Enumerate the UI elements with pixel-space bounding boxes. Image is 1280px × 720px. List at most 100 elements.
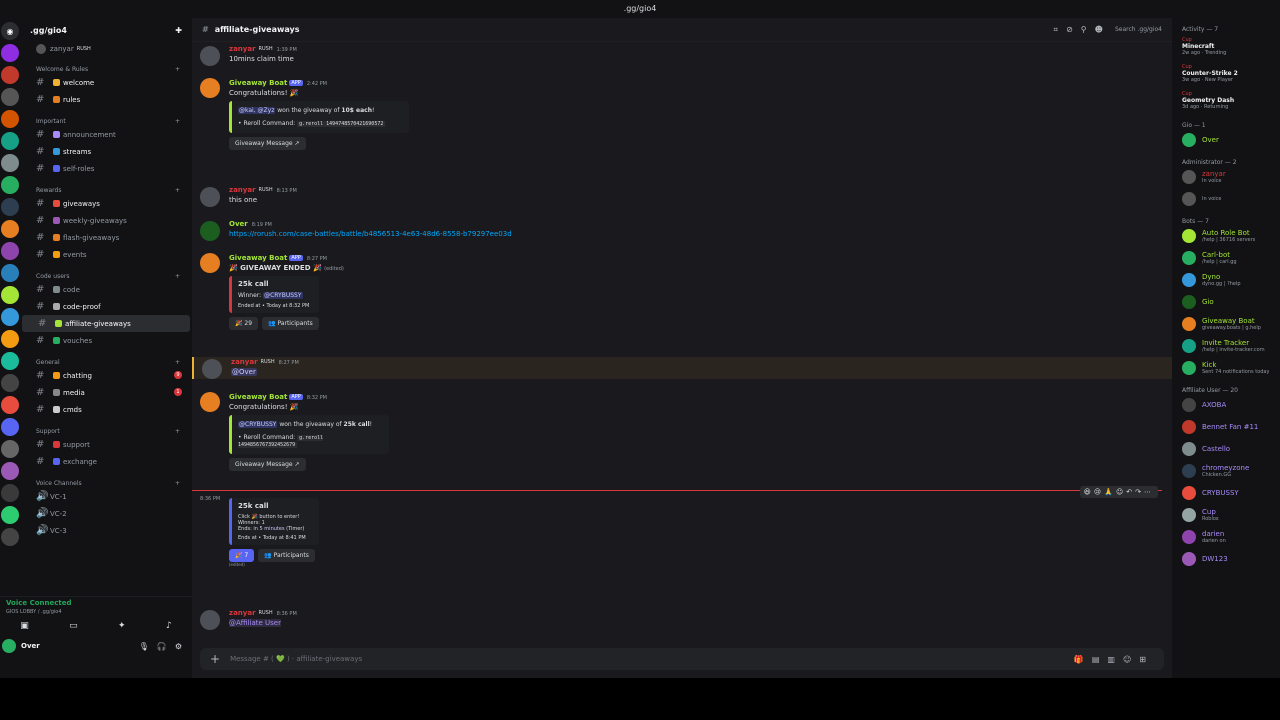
channel-vc-2[interactable]: 🔊 VC-2	[20, 505, 192, 522]
add-channel-icon[interactable]: +	[175, 273, 180, 280]
server-icon[interactable]	[1, 132, 19, 150]
server-icon[interactable]	[1, 462, 19, 480]
server-icon[interactable]	[1, 484, 19, 502]
channel-giveaways[interactable]: # giveaways	[20, 195, 192, 212]
member-item[interactable]: Gio	[1172, 291, 1280, 313]
server-icon[interactable]	[1, 528, 19, 546]
apps-icon[interactable]: ⊞	[1139, 655, 1154, 664]
author-name[interactable]: zanyar	[231, 358, 258, 366]
category-header[interactable]: Rewards +	[20, 185, 192, 195]
message-input[interactable]: + Message # ( 💚 ) · affiliate-giveaways …	[200, 648, 1164, 670]
server-icon[interactable]	[1, 66, 19, 84]
category-header[interactable]: Important +	[20, 116, 192, 126]
author-name[interactable]: zanyar	[229, 186, 256, 194]
server-icon[interactable]	[1, 308, 19, 326]
server-header[interactable]: .gg/gio4 ✚	[20, 18, 192, 42]
top-user[interactable]: zanyar RUSH	[20, 42, 192, 56]
channel-streams[interactable]: # streams	[20, 143, 192, 160]
server-icon[interactable]	[1, 374, 19, 392]
emoji-icon[interactable]: ☺	[1123, 655, 1139, 664]
channel-weekly-giveaways[interactable]: # weekly-giveaways	[20, 212, 192, 229]
threads-icon[interactable]: ⌗	[1054, 25, 1067, 34]
category-header[interactable]: Voice Channels +	[20, 478, 192, 488]
member-item[interactable]: Over	[1172, 129, 1280, 151]
member-item[interactable]: zanyar In voice	[1172, 166, 1280, 188]
channel-rules[interactable]: # rules	[20, 91, 192, 108]
channel-cmds[interactable]: # cmds	[20, 401, 192, 418]
add-channel-icon[interactable]: +	[175, 428, 180, 435]
member-item[interactable]: Dyno dyno.gg | ?help	[1172, 269, 1280, 291]
add-channel-icon[interactable]: +	[175, 187, 180, 194]
channel-affiliate-giveaways[interactable]: # affiliate-giveaways	[22, 315, 190, 332]
member-item[interactable]: Castello	[1172, 438, 1280, 460]
member-item[interactable]: Cup Roblox	[1172, 504, 1280, 526]
activities-icon[interactable]: ✦	[118, 621, 126, 631]
enter-giveaway-button[interactable]: 🎉 7	[229, 549, 255, 562]
server-icon[interactable]	[1, 154, 19, 172]
server-icon[interactable]	[1, 352, 19, 370]
member-item[interactable]: Auto Role Bot/help | 36716 servers	[1172, 225, 1280, 247]
server-icon[interactable]	[1, 110, 19, 128]
server-icon[interactable]	[1, 264, 19, 282]
pin-icon[interactable]: ⚲	[1081, 25, 1095, 34]
member-item[interactable]: Kick Sent 74 notifications today	[1172, 357, 1280, 379]
category-header[interactable]: Code users +	[20, 271, 192, 281]
discord-home-icon[interactable]: ◉	[1, 22, 19, 40]
author-name[interactable]: zanyar	[229, 609, 256, 617]
mention[interactable]: @Over	[231, 368, 257, 376]
channel-support[interactable]: # support	[20, 436, 192, 453]
headphones-icon[interactable]: 🎧	[157, 642, 175, 651]
category-header[interactable]: Welcome & Rules +	[20, 64, 192, 74]
message-highlighted[interactable]: zanyar RUSH 8:27 PM @Over	[192, 357, 1172, 379]
participants-button[interactable]: 👥 Participants	[262, 317, 319, 330]
mention[interactable]: @CRYBUSSY	[263, 292, 303, 299]
member-item[interactable]: DW123	[1172, 548, 1280, 570]
member-item[interactable]: In voice	[1172, 188, 1280, 210]
server-icon[interactable]	[1, 88, 19, 106]
mute-icon[interactable]: ⊘	[1066, 25, 1081, 34]
member-item[interactable]: Invite Tracker/help | invite-tracker.com	[1172, 335, 1280, 357]
member-item[interactable]: Bennet Fan #11	[1172, 416, 1280, 438]
channel-code-proof[interactable]: # code-proof	[20, 298, 192, 315]
author-name[interactable]: zanyar	[229, 45, 256, 53]
add-channel-icon[interactable]: +	[175, 359, 180, 366]
members-icon[interactable]: ☻	[1095, 25, 1111, 34]
server-icon[interactable]	[1, 286, 19, 304]
server-icon[interactable]	[1, 506, 19, 524]
server-icon[interactable]	[1, 176, 19, 194]
channel-vc-3[interactable]: 🔊 VC-3	[20, 522, 192, 539]
member-item[interactable]: Carl-bot/help | carl.gg	[1172, 247, 1280, 269]
server-icon[interactable]	[1, 44, 19, 62]
channel-flash-giveaways[interactable]: # flash-giveaways	[20, 229, 192, 246]
add-channel-icon[interactable]: +	[175, 480, 180, 487]
camera-icon[interactable]: ▣	[20, 621, 29, 631]
soundboard-icon[interactable]: ♪	[166, 621, 172, 631]
activity-card[interactable]: Cup Geometry Dash 3d ago · Returning	[1172, 87, 1280, 114]
channel-media[interactable]: # media 1	[20, 384, 192, 401]
search-input[interactable]: Search .gg/gio4	[1115, 26, 1162, 33]
member-item[interactable]: chromeyzone Chicken.GG	[1172, 460, 1280, 482]
category-header[interactable]: Support +	[20, 426, 192, 436]
sticker-icon[interactable]: ▥	[1107, 655, 1123, 664]
channel-events[interactable]: # events	[20, 246, 192, 263]
member-item[interactable]: Giveaway Boat giveaway.boats | g.help	[1172, 313, 1280, 335]
mention[interactable]: @CRYBUSSY	[238, 421, 278, 428]
channel-code[interactable]: # code	[20, 281, 192, 298]
category-header[interactable]: General +	[20, 357, 192, 367]
screenshare-icon[interactable]: ▭	[69, 621, 78, 631]
member-item[interactable]: AXOBA	[1172, 394, 1280, 416]
message-link[interactable]: https://rorush.com/case-battles/battle/b…	[229, 230, 1162, 238]
member-item[interactable]: darien darien on	[1172, 526, 1280, 548]
server-icon[interactable]	[1, 330, 19, 348]
add-channel-icon[interactable]: +	[175, 66, 180, 73]
server-icon[interactable]	[1, 418, 19, 436]
channel-self-roles[interactable]: # self-roles	[20, 160, 192, 177]
reaction-button[interactable]: 🎉 29	[229, 317, 259, 330]
add-channel-icon[interactable]: +	[175, 118, 180, 125]
channel-vc-1[interactable]: 🔊 VC-1	[20, 488, 192, 505]
server-icon[interactable]	[1, 242, 19, 260]
avatar[interactable]	[2, 639, 16, 653]
channel-welcome[interactable]: # welcome	[20, 74, 192, 91]
author-name[interactable]: Giveaway Boat	[229, 254, 287, 262]
gear-icon[interactable]: ⚙	[175, 642, 190, 651]
